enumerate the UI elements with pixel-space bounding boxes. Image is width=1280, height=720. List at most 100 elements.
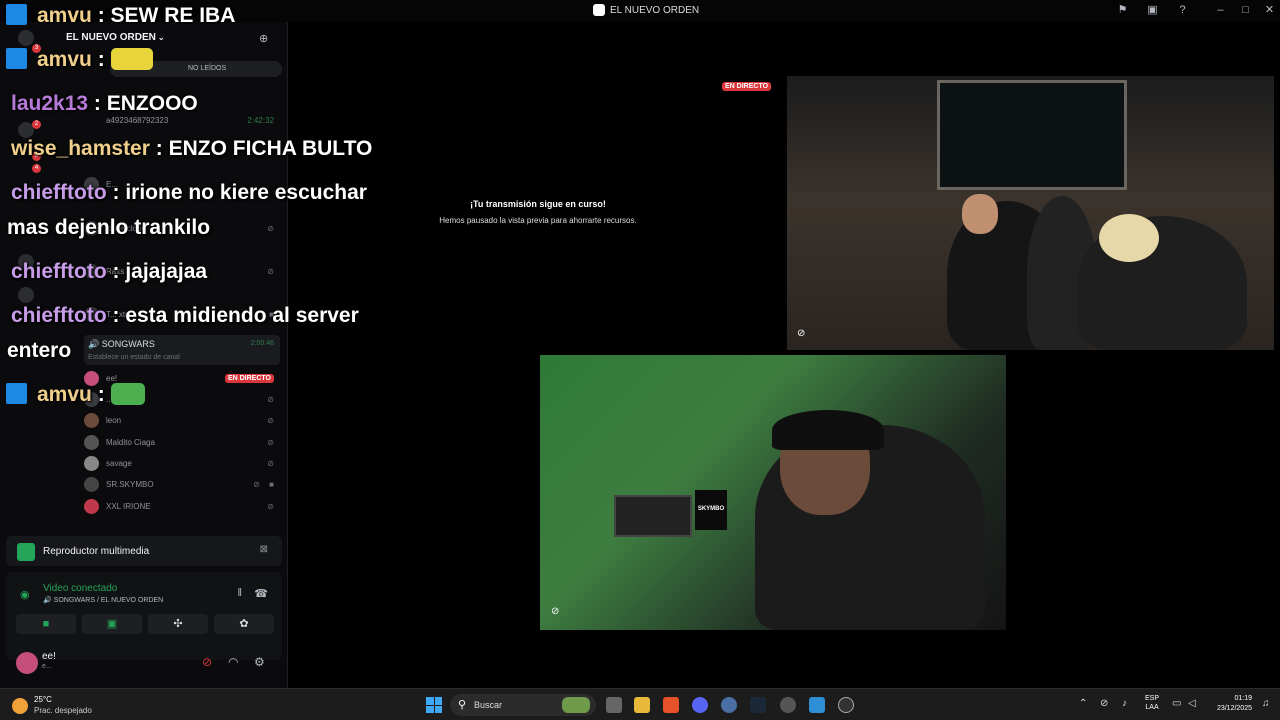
brave-browser-icon[interactable] <box>663 697 679 713</box>
person-hair <box>1099 214 1159 262</box>
monitor-label: SKYMBO <box>695 490 727 530</box>
microphone-icon[interactable]: ♪ <box>1122 698 1127 709</box>
chat-user: chiefftoto <box>11 181 107 204</box>
mic-muted-icon[interactable]: ⊘ <box>202 655 212 669</box>
taskbar-search[interactable]: ⚲ Buscar <box>450 694 596 716</box>
user-status: e... <box>42 663 52 670</box>
chat-user: lau2k13 <box>11 92 89 115</box>
chat-message: amvu : <box>6 383 145 407</box>
voice-location-text: SONGWARS / EL NUEVO ORDEN <box>53 597 164 604</box>
discord-logo-icon <box>593 4 605 16</box>
member-name: savage <box>106 458 132 468</box>
soundboard-button[interactable]: ✿ <box>214 614 274 634</box>
chat-user: amvu <box>37 48 92 71</box>
member-name: XXL IRIONE <box>106 501 151 511</box>
display-icon[interactable]: ▭ <box>1172 698 1181 709</box>
activities-button[interactable]: ✣ <box>148 614 208 634</box>
chat-message: chiefftoto : esta midiendo al server <box>11 304 359 327</box>
weather-temp: 25°C <box>34 695 52 704</box>
voice-member[interactable]: savage ⊘ <box>84 453 280 473</box>
mic-muted-icon: ⊘ <box>551 606 560 617</box>
video-tile-camera[interactable]: SKYMBO <box>540 355 1006 630</box>
volume-icon[interactable]: ◁ <box>1188 698 1196 709</box>
emote-icon <box>110 383 145 405</box>
media-player-app-icon[interactable] <box>838 697 854 713</box>
user-name: ee! <box>42 651 56 662</box>
notifications-bell-icon[interactable]: ♫ <box>1262 698 1270 709</box>
inbox-icon[interactable]: ⚑ <box>1116 4 1129 17</box>
lang-top: ESP <box>1145 695 1160 702</box>
chat-message: chiefftoto : irione no kiere escuchar <box>11 181 367 204</box>
app-icon[interactable] <box>780 697 796 713</box>
clock[interactable]: 01:19 23/12/2025 <box>1204 694 1252 714</box>
search-icon: ⚲ <box>458 699 467 711</box>
headphones-icon[interactable]: ◠ <box>228 655 238 669</box>
weather-desc: Prac. despejado <box>34 706 92 715</box>
member-name: SR.SKYMBO <box>106 479 154 489</box>
window-title: EL NUEVO ORDEN <box>593 4 699 16</box>
search-placeholder: Buscar <box>474 700 503 710</box>
clock-date: 23/12/2025 <box>1216 705 1252 712</box>
chat-user: amvu <box>37 383 92 406</box>
chat-user: chiefftoto <box>11 260 107 283</box>
chat-message: amvu : SEW RE IBA <box>6 4 235 28</box>
mute-icon: ⊘ <box>267 458 274 468</box>
chat-message: chiefftoto : jajajajaa <box>11 260 208 283</box>
voice-member[interactable]: XXL IRIONE ⊘ <box>84 496 280 516</box>
avatar[interactable] <box>16 652 38 674</box>
help-icon[interactable]: ? <box>1176 4 1189 17</box>
chat-text: ENZO FICHA BULTO <box>168 137 373 160</box>
chat-text: ENZOOO <box>106 92 198 115</box>
paused-subtitle: Hemos pausado la vista previa para ahorr… <box>439 216 637 225</box>
gear-icon[interactable]: ⚙ <box>254 655 265 669</box>
network-icon[interactable]: ⊘ <box>1100 698 1108 709</box>
discord-app-icon[interactable] <box>692 697 708 713</box>
person-head <box>962 194 998 234</box>
steam-icon[interactable] <box>750 697 766 713</box>
close-icon[interactable]: ⊠ <box>260 544 268 555</box>
clock-time: 01:19 <box>1234 695 1252 702</box>
disconnect-icon[interactable]: ☎ <box>254 587 268 600</box>
mic-muted-icon: ⊘ <box>797 328 806 339</box>
language-indicator[interactable]: ESP LAA <box>1145 694 1159 712</box>
signal-icon[interactable]: ◉ <box>20 588 30 601</box>
chat-message-continuation: entero <box>7 339 72 362</box>
paused-title: ¡Tu transmisión sigue en curso! <box>470 199 606 209</box>
tray-chevron-icon[interactable]: ⌃ <box>1079 698 1087 709</box>
chat-user: wise_hamster <box>11 137 150 160</box>
voice-member[interactable]: SR.SKYMBO ⊘ ■ <box>84 474 280 494</box>
taskbar: 25°C Prac. despejado ⚲ Buscar ⌃ ⊘ ♪ ESP … <box>0 688 1280 720</box>
camera-button[interactable]: ■ <box>16 614 76 634</box>
user-badge-icon <box>6 48 27 69</box>
chat-overlay: amvu : SEW RE IBA amvu : lau2k13 : ENZOO… <box>0 0 420 420</box>
maximize-icon[interactable]: □ <box>1239 4 1252 17</box>
settings-app-icon[interactable] <box>721 697 737 713</box>
user-badge-icon <box>6 383 27 404</box>
window-scene <box>937 80 1127 190</box>
voice-member[interactable]: Maldito Ciaga ⊘ <box>84 432 280 452</box>
chat-text: esta midiendo al server <box>125 304 359 327</box>
voice-status[interactable]: Video conectado <box>43 583 117 594</box>
video-tile-stream[interactable] <box>787 76 1274 350</box>
live-tag: EN DIRECTO <box>722 82 772 91</box>
task-view-icon[interactable] <box>606 697 622 713</box>
notification-icon[interactable]: ▣ <box>1146 4 1159 17</box>
chat-message: wise_hamster : ENZO FICHA BULTO <box>11 137 373 160</box>
user-badge-icon <box>6 4 27 25</box>
window-title-text: EL NUEVO ORDEN <box>610 4 700 16</box>
windows-start-icon[interactable] <box>426 697 442 713</box>
notepad-icon[interactable] <box>809 697 825 713</box>
chat-message: amvu : <box>6 48 153 72</box>
chat-text: irione no kiere escuchar <box>125 181 367 204</box>
person-cap <box>772 410 884 450</box>
close-icon[interactable]: ✕ <box>1263 4 1276 17</box>
noise-suppression-icon[interactable]: ‖ <box>237 587 242 599</box>
file-explorer-icon[interactable] <box>634 697 650 713</box>
screen-share-button[interactable]: ▣ <box>82 614 142 634</box>
voice-location[interactable]: 🔊 SONGWARS / EL NUEVO ORDEN <box>43 596 163 604</box>
minimize-icon[interactable]: – <box>1214 4 1227 17</box>
media-player-card[interactable]: Reproductor multimedia ⊠ <box>6 536 282 566</box>
chat-user: amvu <box>37 4 92 27</box>
avatar <box>84 476 99 492</box>
emote-icon <box>110 48 153 70</box>
